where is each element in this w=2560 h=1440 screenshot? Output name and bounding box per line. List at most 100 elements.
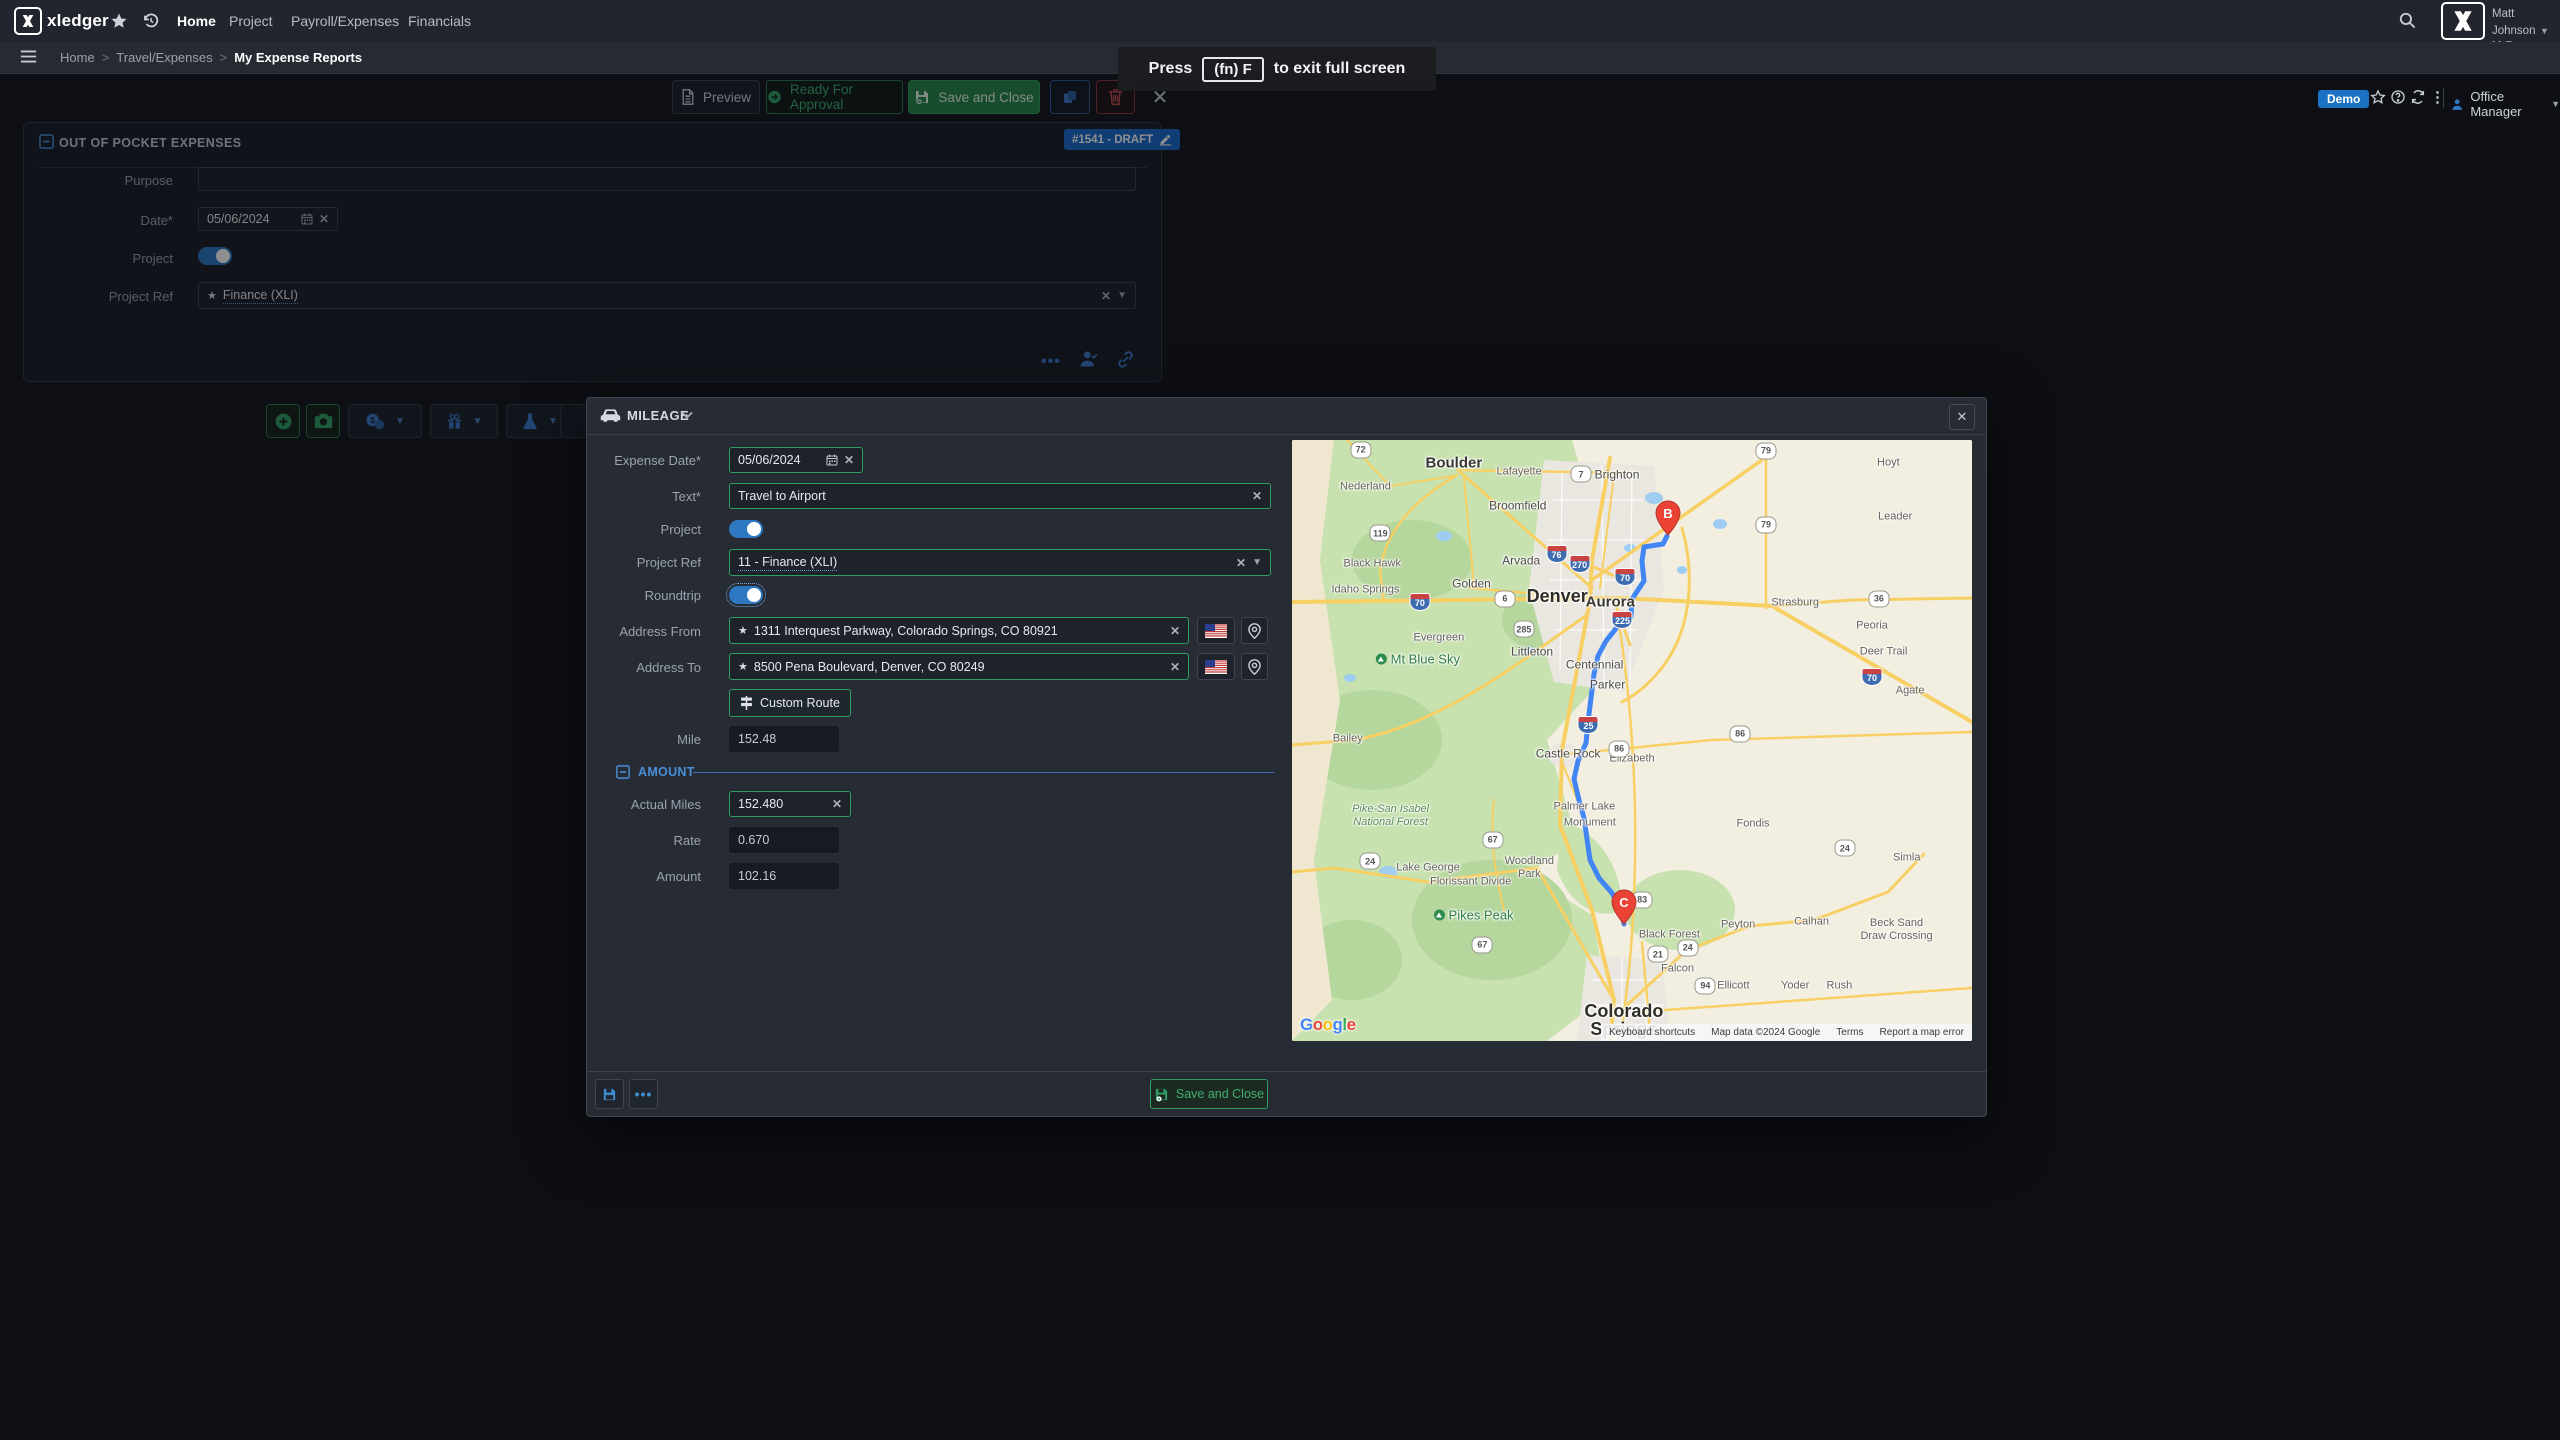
help-icon[interactable] xyxy=(2390,89,2406,105)
rate-label: Rate xyxy=(551,833,701,848)
chevron-down-icon: ▼ xyxy=(2540,26,2549,36)
modal-close-button[interactable]: ✕ xyxy=(1949,404,1975,430)
google-logo[interactable]: Google xyxy=(1300,1015,1356,1035)
roundtrip-toggle[interactable] xyxy=(729,586,763,604)
actual-miles-label: Actual Miles xyxy=(551,797,701,812)
xledger-logo[interactable]: xledger xyxy=(14,7,109,35)
clear-project-ref-icon[interactable]: ✕ xyxy=(1236,556,1246,570)
us-flag-icon xyxy=(1205,660,1227,674)
breadcrumb-travel-expenses[interactable]: Travel/Expenses xyxy=(116,50,212,65)
nav-item-payroll-expenses[interactable]: Payroll/Expenses xyxy=(291,0,399,42)
map-terrain xyxy=(1292,440,1972,1041)
app-screen: xledger Home Project Payroll/Expenses Fi… xyxy=(0,0,2560,1440)
top-navbar: xledger Home Project Payroll/Expenses Fi… xyxy=(0,0,2560,42)
dropdown-caret-icon[interactable]: ▼ xyxy=(1252,557,1262,568)
user-name: Matt Johnson xyxy=(2492,8,2535,37)
address-to-input[interactable]: ★ 8500 Pena Boulevard, Denver, CO 80249 … xyxy=(729,653,1189,680)
roundtrip-label: Roundtrip xyxy=(551,588,701,603)
custom-route-label: Custom Route xyxy=(760,696,840,710)
address-from-country-flag-button[interactable] xyxy=(1197,617,1235,644)
address-to-value: 8500 Pena Boulevard, Denver, CO 80249 xyxy=(754,660,1164,674)
mile-label: Mile xyxy=(551,732,701,747)
breadcrumb-current: My Expense Reports xyxy=(234,50,362,65)
modal-save-and-close-button[interactable]: Save and Close xyxy=(1150,1079,1268,1109)
hamburger-menu-icon[interactable] xyxy=(20,49,37,64)
route-sign-icon xyxy=(740,696,753,710)
calendar-icon[interactable] xyxy=(826,454,838,466)
address-from-map-pin-button[interactable] xyxy=(1241,617,1268,644)
terms-link[interactable]: Terms xyxy=(1836,1027,1863,1038)
location-pin-icon xyxy=(1248,659,1261,675)
project-ref-label: Project Ref xyxy=(551,555,701,570)
collapse-section-icon[interactable] xyxy=(616,765,630,779)
map-attribution: Keyboard shortcuts Map data ©2024 Google… xyxy=(1601,1024,1972,1041)
company-logo[interactable] xyxy=(2441,2,2485,40)
car-icon xyxy=(600,407,621,423)
rate-value: 0.670 xyxy=(738,833,769,847)
breadcrumb: Home > Travel/Expenses > My Expense Repo… xyxy=(60,42,362,72)
role-switcher[interactable]: Office Manager ▼ xyxy=(2450,89,2560,119)
brand-text: xledger xyxy=(47,11,109,31)
nav-item-project[interactable]: Project xyxy=(229,0,273,42)
toast-suffix: to exit full screen xyxy=(1274,60,1406,78)
amount-value: 102.16 xyxy=(738,869,776,883)
breadcrumb-home[interactable]: Home xyxy=(60,50,95,65)
modal-footer-divider xyxy=(587,1071,1986,1072)
text-value: Travel to Airport xyxy=(738,489,1246,503)
nav-item-financials[interactable]: Financials xyxy=(408,0,471,42)
project-toggle-label: Project xyxy=(551,522,701,537)
map-data-label: Map data ©2024 Google xyxy=(1711,1027,1820,1038)
clear-address-from-icon[interactable]: ✕ xyxy=(1170,624,1180,638)
chevron-down-icon: ▼ xyxy=(2551,99,2560,109)
favorite-star-icon[interactable]: ★ xyxy=(738,624,748,637)
refresh-icon[interactable] xyxy=(2410,89,2426,105)
save-button[interactable] xyxy=(595,1079,624,1109)
nav-item-home[interactable]: Home xyxy=(177,0,216,42)
person-icon xyxy=(2450,96,2464,113)
fullscreen-toast: Press (fn) F to exit full screen xyxy=(1118,47,1436,91)
text-input[interactable]: Travel to Airport ✕ xyxy=(729,483,1271,509)
project-ref-combo[interactable]: 11 - Finance (XLI) ✕ ▼ xyxy=(729,549,1271,576)
actual-miles-value: 152.480 xyxy=(738,797,826,811)
chevron-down-icon[interactable] xyxy=(681,411,693,419)
clear-text-icon[interactable]: ✕ xyxy=(1252,489,1262,503)
address-to-country-flag-button[interactable] xyxy=(1197,653,1235,680)
toast-key: (fn) F xyxy=(1202,57,1263,82)
keyboard-shortcuts-link[interactable]: Keyboard shortcuts xyxy=(1609,1027,1695,1038)
amount-section-line xyxy=(693,772,1274,773)
role-label: Office Manager xyxy=(2470,89,2545,119)
xledger-x-icon xyxy=(14,7,42,35)
clear-expense-date-icon[interactable]: ✕ xyxy=(844,453,854,467)
modal-header-divider xyxy=(587,434,1986,435)
report-map-error-link[interactable]: Report a map error xyxy=(1880,1027,1964,1038)
more-actions-button[interactable]: ••• xyxy=(629,1079,658,1109)
rate-field: 0.670 xyxy=(729,827,839,853)
demo-badge: Demo xyxy=(2318,90,2369,108)
save-close-icon xyxy=(1154,1087,1169,1102)
project-toggle[interactable] xyxy=(729,520,763,538)
clear-address-to-icon[interactable]: ✕ xyxy=(1170,660,1180,674)
amount-section-header: AMOUNT xyxy=(616,765,695,779)
history-icon[interactable] xyxy=(142,12,160,30)
address-from-label: Address From xyxy=(551,624,701,639)
search-icon[interactable] xyxy=(2398,11,2417,30)
location-pin-icon xyxy=(1248,623,1261,639)
divider xyxy=(2443,88,2444,108)
star-icon[interactable] xyxy=(2370,89,2386,105)
favorites-star-icon[interactable] xyxy=(110,12,128,30)
address-to-map-pin-button[interactable] xyxy=(1241,653,1268,680)
expense-date-input[interactable]: 05/06/2024 ✕ xyxy=(729,447,863,473)
address-from-input[interactable]: ★ 1311 Interquest Parkway, Colorado Spri… xyxy=(729,617,1189,644)
amount-label: Amount xyxy=(551,869,701,884)
address-from-value: 1311 Interquest Parkway, Colorado Spring… xyxy=(754,624,1164,638)
actual-miles-input[interactable]: 152.480 ✕ xyxy=(729,791,851,817)
save-icon xyxy=(602,1087,617,1102)
clear-actual-miles-icon[interactable]: ✕ xyxy=(832,797,842,811)
route-map[interactable]: BoulderLafayetteBrightonHoytNederlandLea… xyxy=(1292,440,1972,1041)
text-label: Text* xyxy=(551,489,701,504)
amount-field: 102.16 xyxy=(729,863,839,889)
custom-route-button[interactable]: Custom Route xyxy=(729,689,851,717)
favorite-star-icon[interactable]: ★ xyxy=(738,660,748,673)
mileage-modal-title: MILEAGE xyxy=(627,408,689,423)
us-flag-icon xyxy=(1205,624,1227,638)
